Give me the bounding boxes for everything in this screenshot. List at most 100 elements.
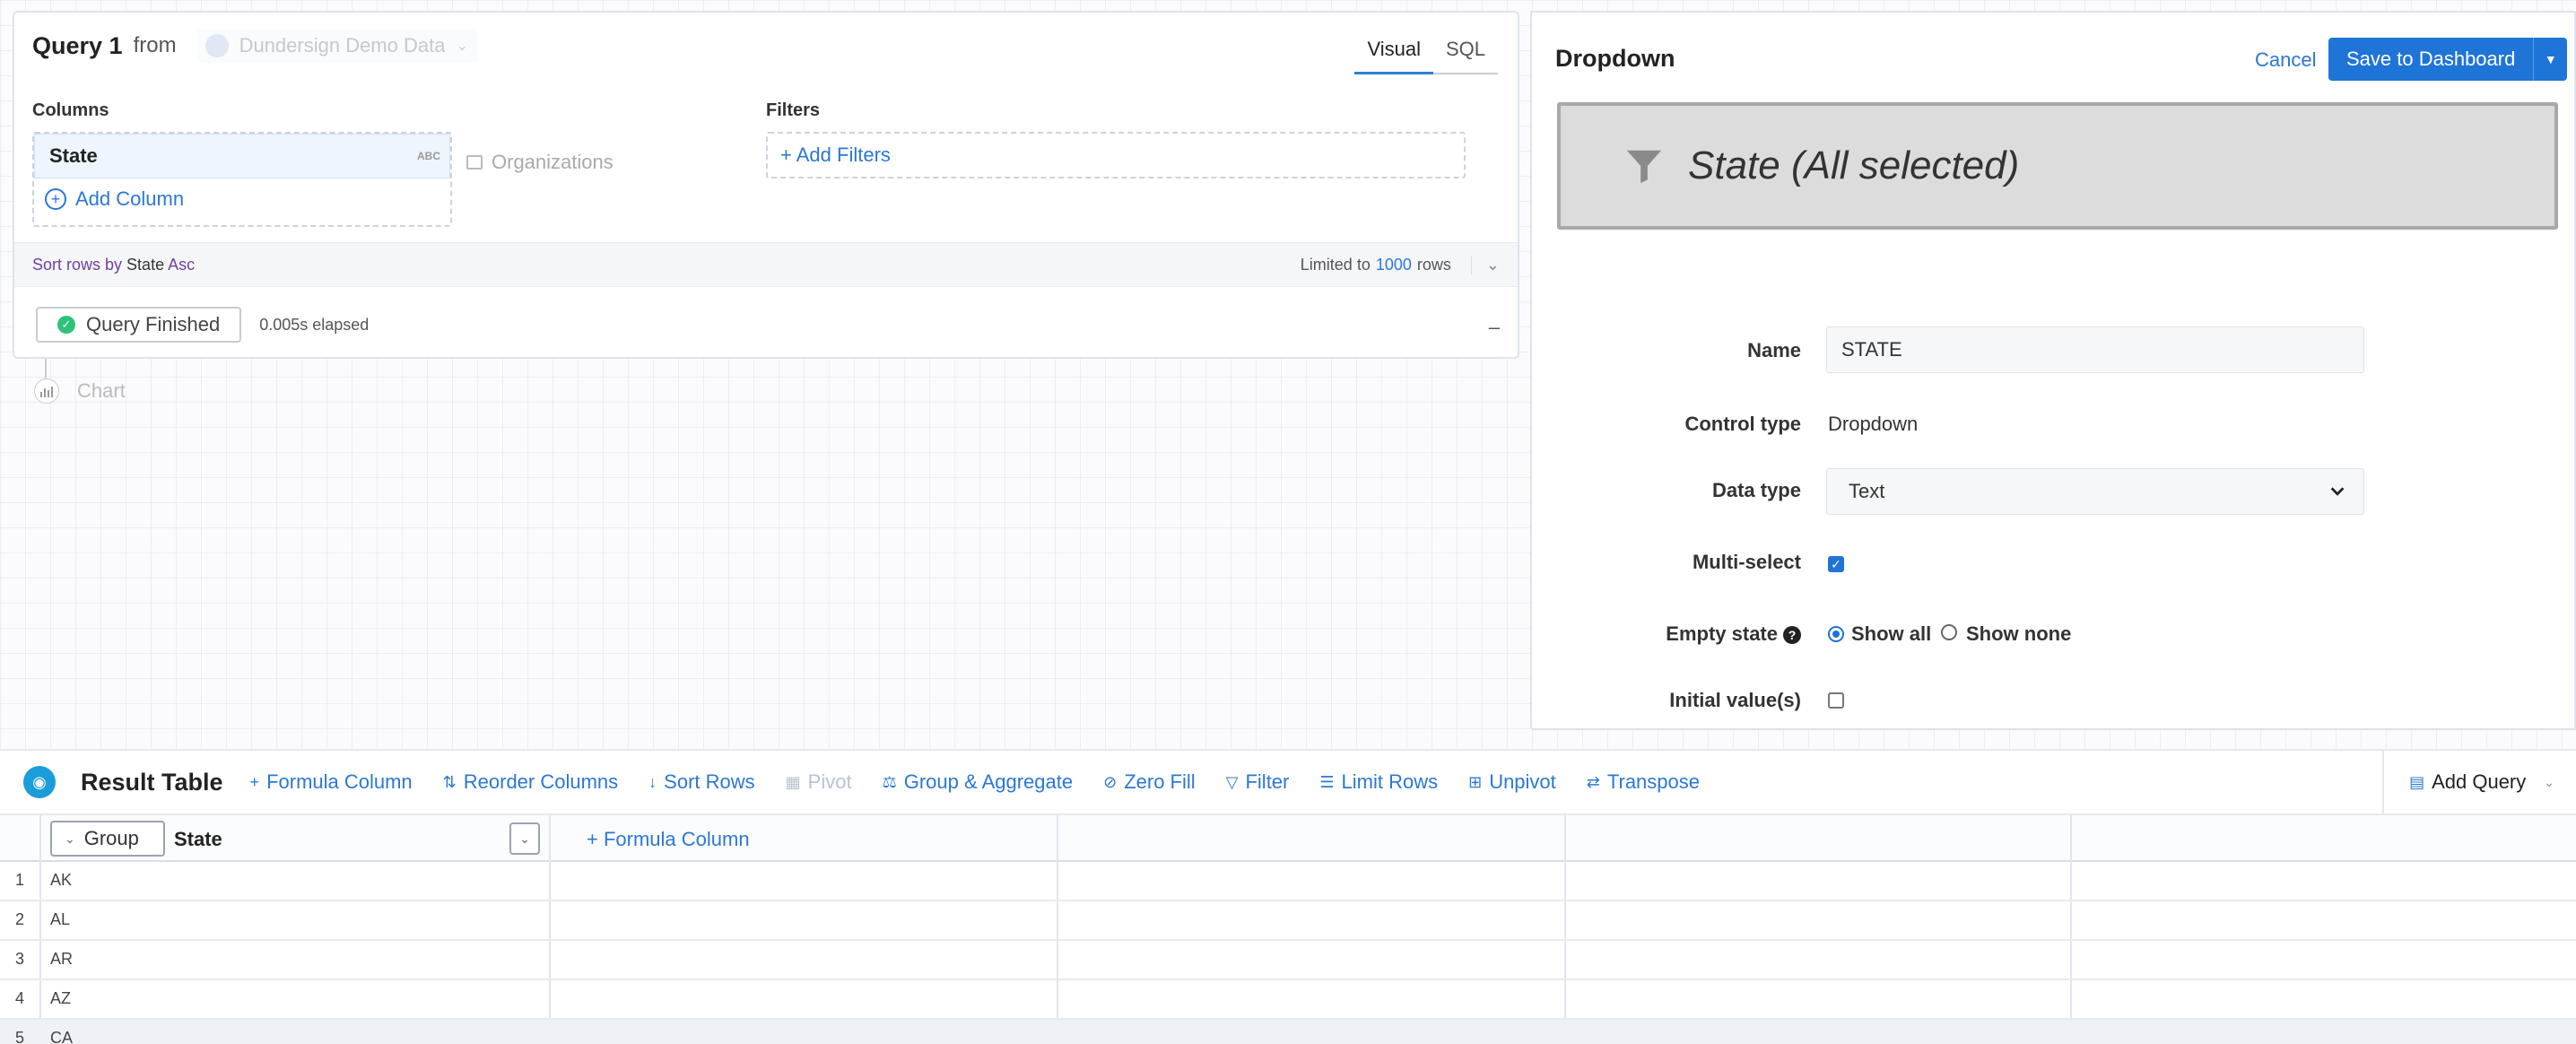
table-row[interactable]: 5 CA (0, 1020, 2576, 1044)
check-circle-icon: ✓ (57, 316, 75, 334)
group-icon: ⚖ (882, 772, 897, 791)
limit-rows-button[interactable]: ☰ Limit Rows (1319, 770, 1438, 794)
reorder-columns-button[interactable]: ⇅ Reorder Columns (443, 770, 619, 794)
show-all-radio[interactable] (1828, 626, 1844, 642)
limit-icon: ☰ (1319, 772, 1335, 791)
filter-button[interactable]: ▽ Filter (1226, 770, 1290, 794)
table-cell[interactable]: AR (50, 950, 73, 969)
query-title[interactable]: Query 1 (32, 32, 123, 60)
show-all-label[interactable]: Show all (1851, 622, 1931, 646)
zero-fill-icon: ⊘ (1103, 772, 1118, 791)
limit-rows-control[interactable]: Limited to 1000 rows ⌄ (1300, 255, 1500, 274)
initial-values-checkbox[interactable] (1828, 692, 1844, 709)
group-button[interactable]: ⌄ Group (50, 821, 165, 857)
chart-node-label: Chart (77, 379, 126, 402)
tab-sql[interactable]: SQL (1432, 32, 1498, 74)
empty-state-label: Empty state? (1532, 622, 1801, 646)
chevron-down-icon: ⌄ (456, 39, 468, 54)
zero-fill-button[interactable]: ⊘ Zero Fill (1103, 770, 1196, 794)
add-formula-column-header[interactable]: + Formula Column (587, 828, 750, 851)
sort-prefix: Sort rows by (32, 255, 123, 274)
unpivot-button[interactable]: ⊞ Unpivot (1468, 770, 1556, 794)
unpivot-icon: ⊞ (1468, 772, 1483, 791)
chevron-down-icon: ⌄ (65, 831, 75, 846)
toolbar-label: Zero Fill (1124, 770, 1196, 793)
save-to-dashboard-button[interactable]: Save to Dashboard (2328, 38, 2534, 81)
sort-rows-control[interactable]: Sort rows by State Asc (32, 256, 195, 274)
chevron-down-icon (2330, 487, 2345, 496)
table-cell[interactable]: AL (50, 910, 70, 929)
table-icon (466, 155, 483, 170)
node-connector (45, 359, 47, 378)
table-row[interactable]: 3 AR (0, 941, 2576, 980)
result-table-icon: ◉ (23, 766, 56, 798)
control-type-value: Dropdown (1828, 413, 1919, 435)
initial-values-label: Initial value(s) (1669, 689, 1801, 711)
multi-select-label: Multi-select (1692, 551, 1801, 573)
column-pill-state[interactable]: State ABC (34, 134, 450, 178)
table-cell[interactable]: AZ (50, 989, 71, 1008)
reorder-icon: ⇅ (442, 772, 457, 791)
query-card: Query 1 from Dundersign Demo Data ⌄ Visu… (13, 11, 1519, 359)
group-button-label: Group (83, 827, 139, 849)
add-query-button[interactable]: ▤ Add Query ⌄ (2382, 751, 2554, 813)
group-aggregate-button[interactable]: ⚖ Group & Aggregate (883, 770, 1074, 794)
data-source-select[interactable]: Dundersign Demo Data ⌄ (196, 29, 477, 63)
query-mode-tabs: Visual SQL (1354, 32, 1498, 74)
column-header-state[interactable]: State (174, 828, 222, 851)
chevron-down-icon[interactable]: ⌄ (1470, 255, 1500, 274)
sort-rows-button[interactable]: ↓ Sort Rows (648, 770, 754, 794)
sort-limit-bar: Sort rows by State Asc Limited to 1000 r… (14, 242, 1518, 287)
table-cell[interactable]: CA (50, 1029, 73, 1044)
query-status-row: ✓ Query Finished 0.005s elapsed (36, 307, 369, 343)
multi-select-checkbox[interactable]: ✓ (1828, 556, 1844, 572)
preview-text: State (All selected) (1688, 144, 2020, 187)
result-grid: ⌄ Group State ⌄ + Formula Column 1 AK 2 … (0, 815, 2576, 1044)
columns-dropzone[interactable]: State ABC + Add Column (32, 132, 452, 227)
table-cell[interactable]: AK (50, 871, 72, 890)
transpose-button[interactable]: ⇄ Transpose (1587, 770, 1700, 794)
text-type-badge: ABC (417, 150, 440, 162)
toolbar-label: Transpose (1606, 770, 1700, 793)
limit-suffix: rows (1416, 255, 1451, 274)
name-input[interactable]: STATE (1826, 326, 2364, 373)
table-row[interactable]: 4 AZ (0, 980, 2576, 1020)
result-table-title: Result Table (81, 768, 223, 796)
chevron-down-icon[interactable]: ▼ (2533, 38, 2568, 81)
query-icon: ▤ (2409, 772, 2425, 791)
query-header: Query 1 from Dundersign Demo Data ⌄ (32, 29, 477, 63)
show-none-label[interactable]: Show none (1966, 622, 2071, 646)
grid-header: ⌄ Group State ⌄ + Formula Column (0, 815, 2576, 862)
data-type-select[interactable]: Text (1826, 468, 2364, 515)
dropdown-preview[interactable]: State (All selected) (1557, 102, 2558, 230)
add-column-button[interactable]: + Add Column (45, 187, 184, 211)
elapsed-time: 0.005s elapsed (259, 315, 370, 334)
sort-direction: Asc (168, 255, 196, 274)
help-icon[interactable]: ? (1783, 626, 1801, 645)
cancel-button[interactable]: Cancel (2255, 48, 2316, 72)
tab-visual[interactable]: Visual (1354, 32, 1433, 74)
show-none-radio[interactable] (1941, 624, 1957, 640)
row-number: 2 (14, 910, 24, 928)
column-menu-button[interactable]: ⌄ (509, 822, 540, 855)
add-filters-button[interactable]: + Add Filters (766, 132, 1466, 178)
result-table-toolbar: ◉ Result Table + Formula Column ⇅ Reorder … (0, 749, 2576, 815)
query-finished-button[interactable]: ✓ Query Finished (36, 307, 242, 343)
save-to-dashboard-split-button: Save to Dashboard ▼ (2328, 38, 2568, 81)
formula-column-button[interactable]: + Formula Column (250, 770, 413, 794)
bar-chart-icon (34, 378, 59, 404)
pivot-button[interactable]: ▦ Pivot (786, 770, 852, 794)
table-row[interactable]: 2 AL (0, 901, 2576, 941)
query-from-label: from (133, 33, 177, 57)
limit-prefix: Limited to (1300, 255, 1371, 274)
table-row[interactable]: 1 AK (0, 862, 2576, 901)
column-pill-name: State (49, 144, 98, 167)
database-icon (205, 34, 229, 57)
sort-column: State (126, 255, 165, 274)
collapse-button[interactable]: – (1489, 316, 1500, 339)
transpose-icon: ⇄ (1586, 772, 1600, 791)
plus-circle-icon: + (45, 188, 66, 210)
toolbar-label: Group & Aggregate (903, 770, 1074, 793)
toolbar-label: Unpivot (1489, 770, 1556, 793)
table-organizations[interactable]: Organizations (466, 151, 614, 174)
